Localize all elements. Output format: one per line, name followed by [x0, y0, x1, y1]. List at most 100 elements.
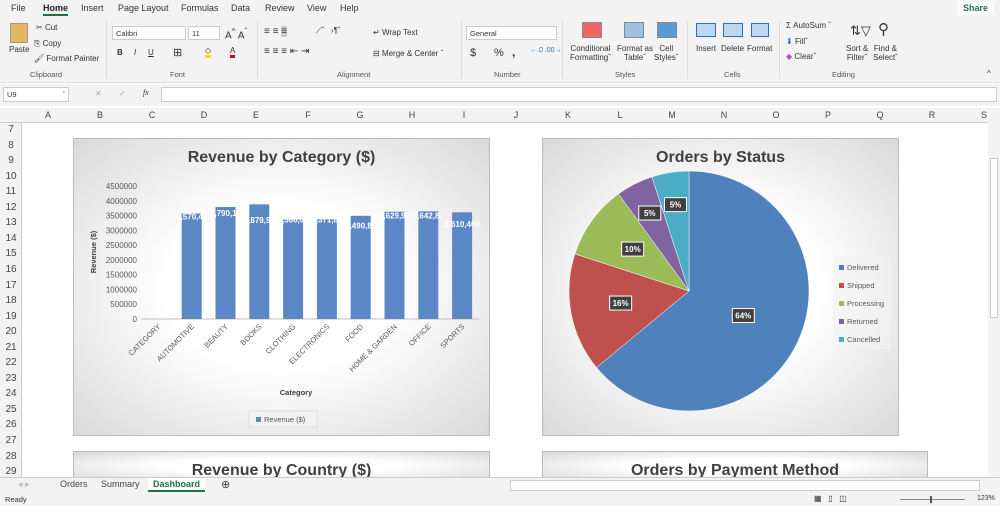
- row-header-27[interactable]: 27: [0, 435, 22, 446]
- column-header-B[interactable]: B: [74, 110, 126, 120]
- scroll-thumb[interactable]: [990, 158, 998, 318]
- menu-page-layout[interactable]: Page Layout: [118, 3, 169, 13]
- row-header-23[interactable]: 23: [0, 373, 22, 384]
- underline-button[interactable]: U: [148, 48, 154, 57]
- zoom-slider[interactable]: [900, 499, 965, 500]
- column-header-R[interactable]: R: [906, 110, 958, 120]
- row-header-11[interactable]: 11: [0, 186, 22, 197]
- formula-input[interactable]: [161, 87, 997, 102]
- column-header-I[interactable]: I: [438, 110, 490, 120]
- clear-button[interactable]: ◆ Clearˇ: [786, 52, 816, 61]
- font-name-select[interactable]: Calibri: [112, 26, 186, 40]
- fill-button[interactable]: ⬇ Fillˇ: [786, 37, 808, 46]
- menu-view[interactable]: View: [307, 3, 326, 13]
- column-header-A[interactable]: A: [22, 110, 74, 120]
- row-header-24[interactable]: 24: [0, 388, 22, 399]
- find-select-button[interactable]: Find & Selectˇ: [873, 44, 898, 62]
- percent-button[interactable]: %: [494, 47, 504, 59]
- zoom-slider-thumb[interactable]: [930, 496, 932, 503]
- tab-orders[interactable]: Orders: [60, 479, 88, 489]
- increase-font-icon[interactable]: A^ Aˇ: [225, 26, 247, 41]
- column-header-K[interactable]: K: [542, 110, 594, 120]
- row-header-25[interactable]: 25: [0, 404, 22, 415]
- delete-cells-button[interactable]: Delete: [721, 44, 744, 53]
- format-as-table-button[interactable]: Format as Tableˇ: [617, 44, 653, 62]
- currency-button[interactable]: $: [470, 47, 476, 59]
- menu-review[interactable]: Review: [265, 3, 295, 13]
- menu-help[interactable]: Help: [340, 3, 359, 13]
- conditional-formatting-button[interactable]: Conditional Formattingˇ: [570, 44, 611, 62]
- menu-file[interactable]: File: [11, 3, 26, 13]
- cell-styles-button[interactable]: Cell Stylesˇ: [654, 44, 678, 62]
- number-format-select[interactable]: General: [466, 26, 557, 40]
- menu-formulas[interactable]: Formulas: [181, 3, 219, 13]
- add-sheet-icon[interactable]: ⊕: [221, 478, 230, 491]
- tab-scroll-left-icon[interactable]: ◂ ▸: [18, 479, 30, 490]
- fill-color-icon[interactable]: ◇: [205, 46, 212, 58]
- paste-button[interactable]: Paste: [9, 45, 29, 54]
- font-size-select[interactable]: 11: [188, 26, 220, 40]
- row-header-15[interactable]: 15: [0, 248, 22, 259]
- row-header-26[interactable]: 26: [0, 419, 22, 430]
- row-header-10[interactable]: 10: [0, 171, 22, 182]
- insert-function-button[interactable]: fx: [143, 88, 149, 97]
- vertical-scrollbar[interactable]: [988, 108, 1000, 477]
- sort-filter-button[interactable]: Sort & Filterˇ: [846, 44, 868, 62]
- menu-home[interactable]: Home: [43, 3, 69, 16]
- font-color-icon[interactable]: A: [230, 46, 236, 58]
- column-header-E[interactable]: E: [230, 110, 282, 120]
- row-header-18[interactable]: 18: [0, 295, 22, 306]
- column-header-G[interactable]: G: [334, 110, 386, 120]
- tab-summary[interactable]: Summary: [101, 479, 140, 489]
- comma-button[interactable]: ,: [512, 45, 515, 59]
- italic-button[interactable]: I: [134, 48, 136, 57]
- column-header-P[interactable]: P: [802, 110, 854, 120]
- decimal-icons[interactable]: ←.0 .00→: [530, 47, 562, 54]
- format-painter-button[interactable]: 🖌 Format Painter: [34, 54, 99, 63]
- horizontal-scrollbar[interactable]: [510, 480, 980, 491]
- format-cells-button[interactable]: Format: [747, 44, 772, 53]
- orders-by-status-chart[interactable]: Orders by Status 64% 16% 10% 5% 5% Delivered S…: [542, 138, 899, 436]
- name-box[interactable]: U9 ˇ: [3, 87, 69, 102]
- row-header-16[interactable]: 16: [0, 264, 22, 275]
- menu-data[interactable]: Data: [231, 3, 250, 13]
- row-header-9[interactable]: 9: [0, 155, 22, 166]
- column-header-N[interactable]: N: [698, 110, 750, 120]
- borders-icon[interactable]: ⊞: [173, 46, 182, 59]
- column-header-O[interactable]: O: [750, 110, 802, 120]
- bold-button[interactable]: B: [117, 48, 123, 57]
- row-header-20[interactable]: 20: [0, 326, 22, 337]
- row-header-14[interactable]: 14: [0, 233, 22, 244]
- row-header-7[interactable]: 7: [0, 124, 22, 135]
- column-header-Q[interactable]: Q: [854, 110, 906, 120]
- column-header-J[interactable]: J: [490, 110, 542, 120]
- cut-button[interactable]: ✂ Cut: [36, 23, 57, 32]
- row-header-29[interactable]: 29: [0, 466, 22, 477]
- align-top-icon[interactable]: ≡ ≡ ≡: [264, 26, 288, 37]
- cancel-icon[interactable]: ✕: [95, 89, 102, 98]
- row-header-21[interactable]: 21: [0, 342, 22, 353]
- column-header-F[interactable]: F: [282, 110, 334, 120]
- view-buttons-icon[interactable]: ▦ ▯ ◫: [814, 494, 847, 503]
- row-header-8[interactable]: 8: [0, 140, 22, 151]
- collapse-ribbon-icon[interactable]: ^: [987, 69, 991, 78]
- menu-insert[interactable]: Insert: [81, 3, 104, 13]
- revenue-by-category-chart[interactable]: Revenue by Category ($) 0 500000 1000000 15…: [73, 138, 490, 436]
- orientation-icon[interactable]: ⟋ˇ ›¶ˇ: [316, 26, 341, 36]
- column-header-D[interactable]: D: [178, 110, 230, 120]
- copy-button[interactable]: ⎘ Copy: [34, 39, 61, 49]
- column-header-L[interactable]: L: [594, 110, 646, 120]
- tab-dashboard[interactable]: Dashboard: [148, 478, 206, 492]
- share-button[interactable]: Share: [956, 1, 994, 15]
- autosum-button[interactable]: Σ AutoSum ˇ: [786, 21, 831, 30]
- row-header-17[interactable]: 17: [0, 280, 22, 291]
- row-header-19[interactable]: 19: [0, 311, 22, 322]
- merge-center-button[interactable]: ⊟ Merge & Center ˇ: [373, 49, 443, 58]
- insert-cells-button[interactable]: Insert: [696, 44, 716, 53]
- align-left-icon[interactable]: ≡ ≡ ≡ ⇤ ⇥: [264, 46, 309, 57]
- row-header-13[interactable]: 13: [0, 217, 22, 228]
- enter-icon[interactable]: ✓: [119, 89, 126, 98]
- column-header-H[interactable]: H: [386, 110, 438, 120]
- row-header-22[interactable]: 22: [0, 357, 22, 368]
- row-header-12[interactable]: 12: [0, 202, 22, 213]
